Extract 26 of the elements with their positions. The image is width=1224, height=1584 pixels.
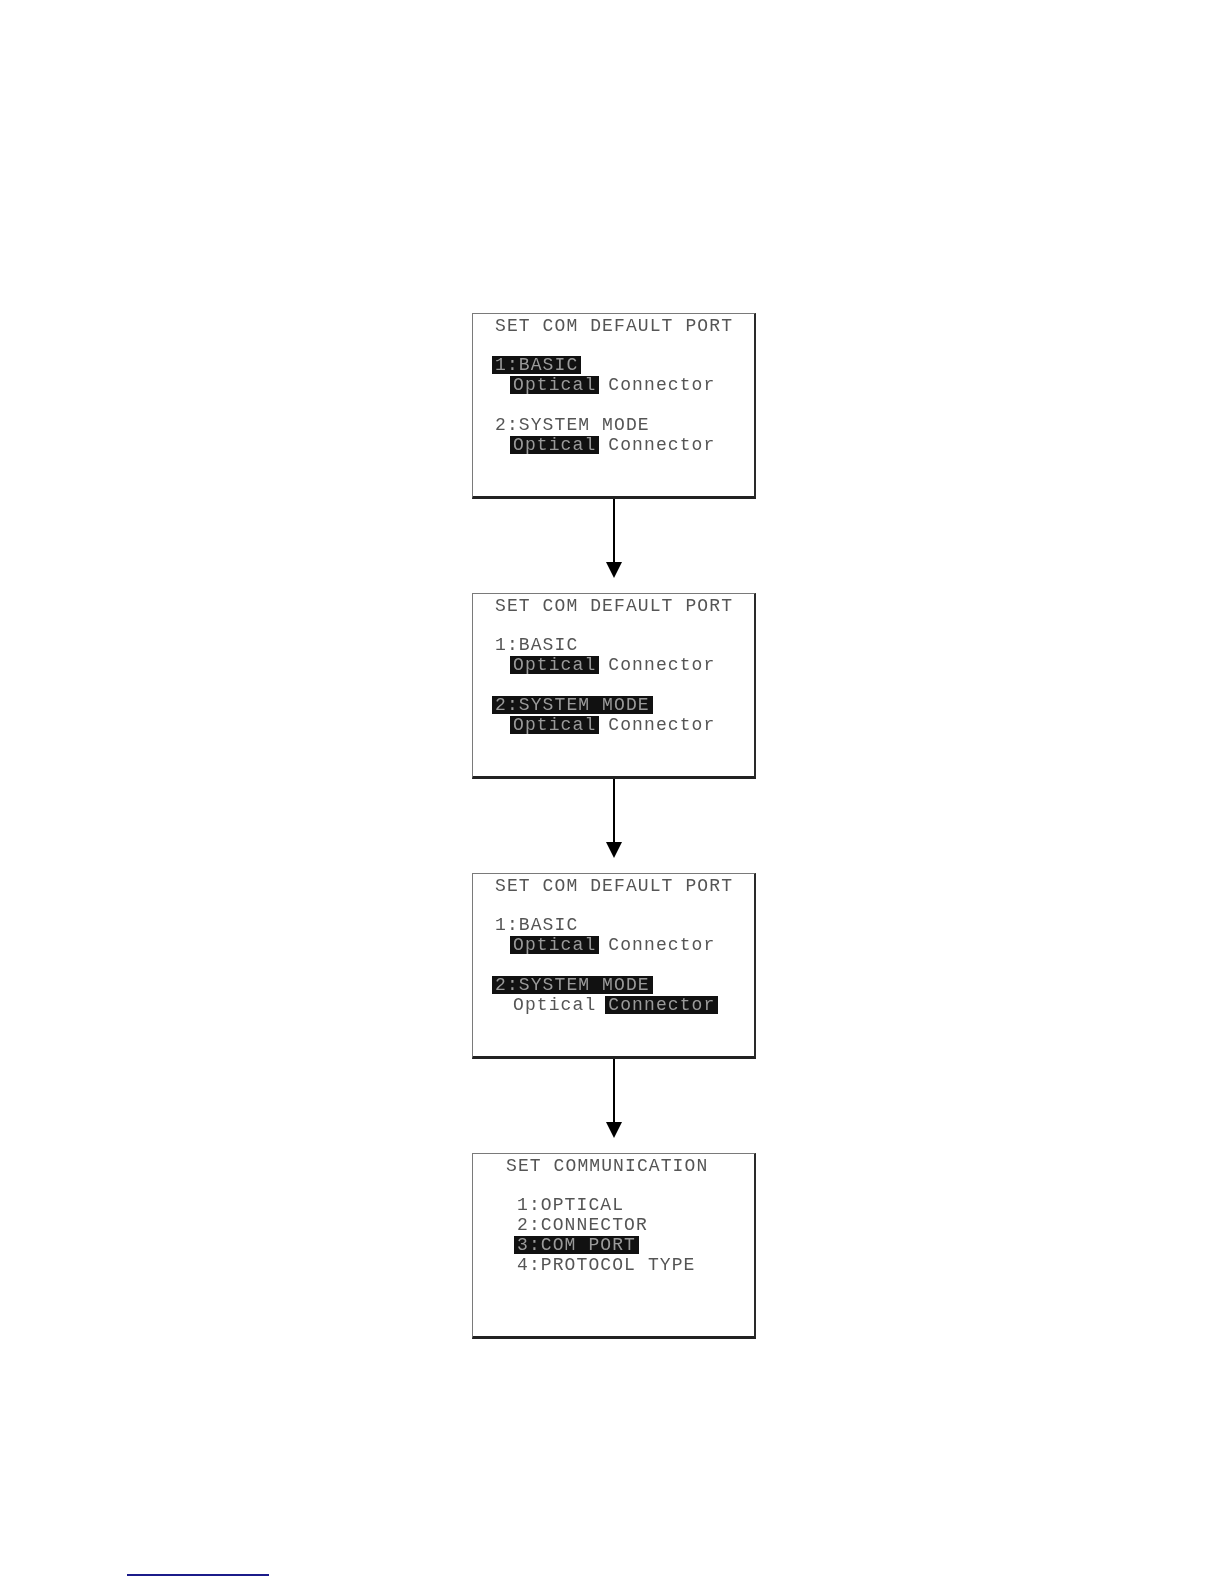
option-item[interactable]: Optical: [510, 995, 600, 1014]
screen-title: SET COM DEFAULT PORT: [495, 596, 734, 615]
screen-title: SET COM DEFAULT PORT: [495, 876, 734, 895]
screen-title: SET COMMUNICATION: [506, 1156, 709, 1175]
screen-title: SET COM DEFAULT PORT: [495, 316, 734, 335]
menu-item[interactable]: 2:SYSTEM MODE: [492, 415, 653, 434]
menu-item[interactable]: 1:BASIC: [492, 636, 582, 655]
option-item[interactable]: Optical: [510, 936, 600, 955]
option-item[interactable]: Connector: [605, 376, 719, 395]
option-item[interactable]: Connector: [605, 435, 719, 454]
menu-item[interactable]: 1:OPTICAL: [514, 1196, 628, 1215]
option-item[interactable]: Optical: [510, 435, 600, 454]
menu-item[interactable]: 1:BASIC: [492, 356, 582, 375]
option-item[interactable]: Connector: [605, 995, 719, 1014]
option-item[interactable]: Connector: [605, 715, 719, 734]
menu-item[interactable]: 2:SYSTEM MODE: [492, 975, 653, 994]
option-item[interactable]: Optical: [510, 376, 600, 395]
menu-item[interactable]: 4:PROTOCOL TYPE: [514, 1255, 699, 1274]
option-item[interactable]: Optical: [510, 656, 600, 675]
option-item[interactable]: Connector: [605, 936, 719, 955]
menu-item[interactable]: 2:CONNECTOR: [514, 1216, 651, 1235]
menu-item[interactable]: 2:SYSTEM MODE: [492, 695, 653, 714]
option-item[interactable]: Connector: [605, 656, 719, 675]
menu-item[interactable]: 1:BASIC: [492, 916, 582, 935]
option-item[interactable]: Optical: [510, 715, 600, 734]
menu-item[interactable]: 3:COM PORT: [514, 1236, 640, 1255]
